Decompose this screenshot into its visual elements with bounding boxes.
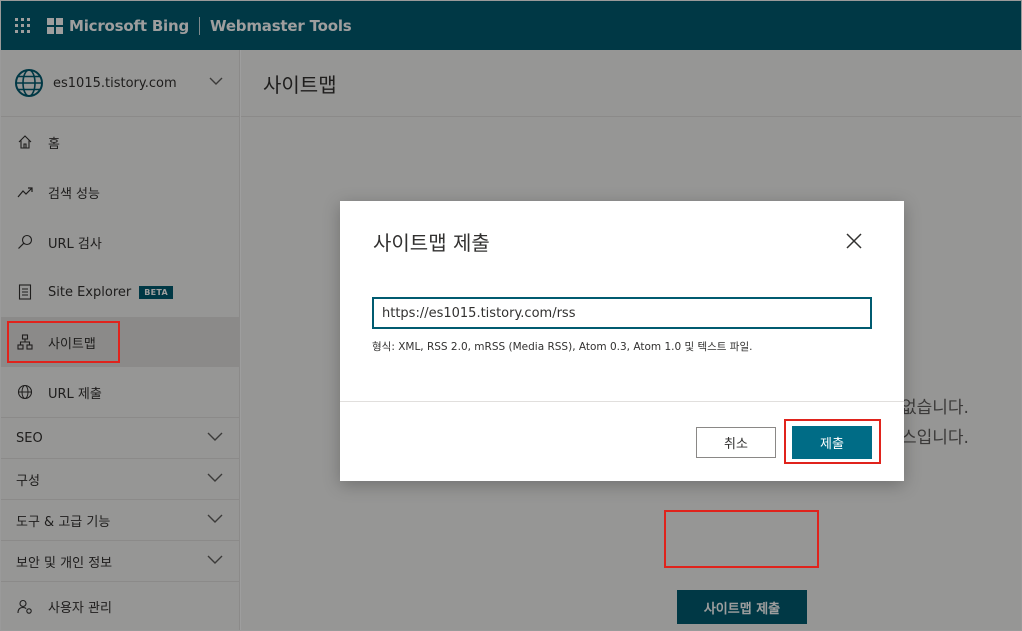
app-window: Microsoft Bing Webmaster Tools es1015.ti…	[0, 0, 1022, 631]
close-icon[interactable]	[844, 231, 864, 251]
dialog-title: 사이트맵 제출	[373, 231, 490, 255]
sitemap-url-input[interactable]	[372, 297, 872, 329]
highlight-submit-button	[784, 419, 881, 464]
dialog-divider	[340, 401, 904, 402]
format-hint: 형식: XML, RSS 2.0, mRSS (Media RSS), Atom…	[372, 341, 753, 353]
highlight-submit-sitemap-button	[664, 510, 819, 568]
highlight-sitemap-nav	[7, 321, 120, 363]
cancel-button[interactable]: 취소	[696, 427, 776, 458]
